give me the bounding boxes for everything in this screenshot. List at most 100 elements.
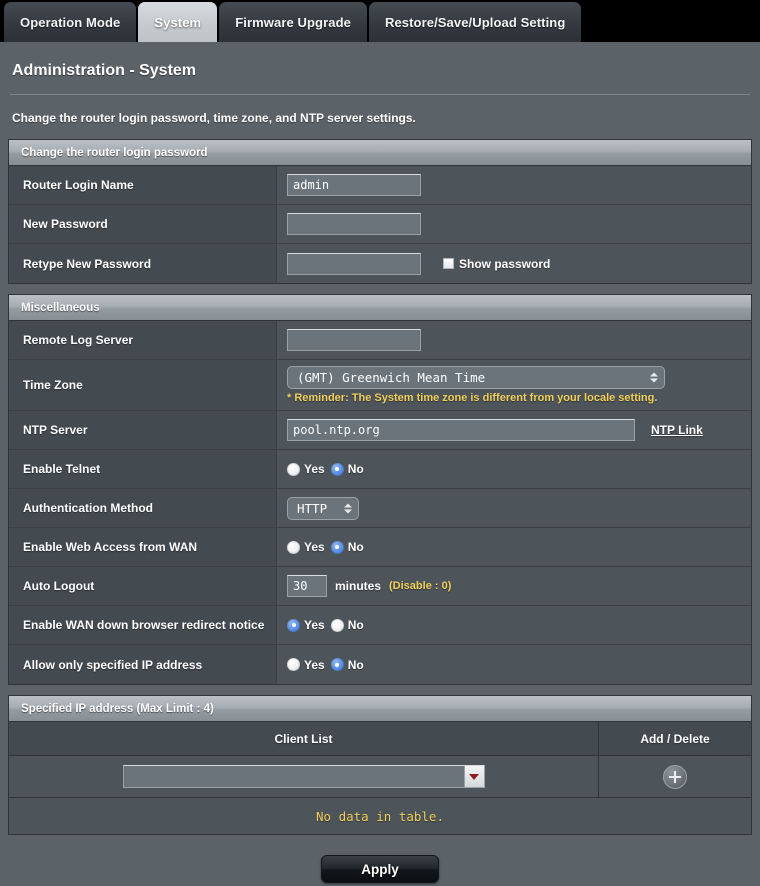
enable-web-access-wan-no[interactable]: No [330,540,364,554]
tab-bar: Operation Mode System Firmware Upgrade R… [0,0,760,42]
value-time-zone: (GMT) Greenwich Mean Time * Reminder: Th… [277,360,751,410]
enable-web-access-wan-radio-group: Yes No [287,540,364,554]
auto-logout-hint: (Disable : 0) [389,580,452,592]
value-remote-log-server [277,321,751,359]
enable-telnet-yes[interactable]: Yes [287,462,325,476]
value-ntp-server: NTP Link [277,411,751,449]
client-list-input[interactable] [123,766,464,787]
section-specified-ip-address: Specified IP address (Max Limit : 4) Cli… [8,695,752,835]
radio-unchecked-icon[interactable] [287,540,300,554]
row-wan-down-redirect: Enable WAN down browser redirect notice … [9,606,751,645]
authentication-method-select-wrap[interactable]: HTTP [287,496,359,520]
radio-checked-icon[interactable] [287,618,300,632]
tab-restore-save-upload-setting[interactable]: Restore/Save/Upload Setting [368,2,582,42]
time-zone-select-wrap[interactable]: (GMT) Greenwich Mean Time [287,366,665,389]
value-auto-logout: minutes (Disable : 0) [277,567,751,605]
label-time-zone: Time Zone [9,360,277,410]
row-enable-web-access-wan: Enable Web Access from WAN Yes No [9,528,751,567]
enable-web-access-wan-yes-label: Yes [304,540,325,554]
radio-checked-icon[interactable] [330,462,344,476]
value-enable-web-access-wan: Yes No [277,528,751,566]
label-new-password: New Password [9,205,277,243]
label-authentication-method: Authentication Method [9,489,277,527]
row-authentication-method: Authentication Method HTTP [9,489,751,528]
add-button-plus-icon[interactable] [663,764,687,789]
enable-web-access-wan-yes[interactable]: Yes [287,540,325,554]
wan-down-redirect-no-label: No [347,618,364,632]
show-password-checkbox-wrap[interactable]: Show password [443,257,550,271]
tab-firmware-upgrade[interactable]: Firmware Upgrade [219,2,367,42]
value-router-login-name [277,166,751,204]
show-password-label: Show password [459,256,551,271]
allow-specified-ip-radio-group: Yes No [287,658,364,672]
section-miscellaneous: Miscellaneous Remote Log Server Time Zon… [8,294,752,685]
tab-operation-mode[interactable]: Operation Mode [4,2,137,42]
section-change-password: Change the router login password Router … [8,139,752,284]
radio-unchecked-icon[interactable] [287,658,300,671]
label-allow-specified-ip: Allow only specified IP address [9,645,277,684]
remote-log-server-input[interactable] [287,329,421,351]
tab-system[interactable]: System [138,2,218,42]
label-ntp-server: NTP Server [9,411,277,449]
ntp-link[interactable]: NTP Link [651,423,703,437]
chevron-down-icon[interactable] [463,766,484,787]
auto-logout-input[interactable] [287,575,327,597]
enable-telnet-radio-group: Yes No [287,462,364,476]
value-allow-specified-ip: Yes No [277,645,751,684]
value-wan-down-redirect: Yes No [277,606,751,644]
label-enable-telnet: Enable Telnet [9,450,277,488]
checkbox-icon[interactable] [443,258,454,269]
label-remote-log-server: Remote Log Server [9,321,277,359]
row-new-password: New Password [9,205,751,244]
enable-telnet-no-label: No [347,462,364,476]
column-header-add-delete: Add / Delete [640,731,710,746]
row-router-login-name: Router Login Name [9,166,751,205]
cell-add-delete [599,756,751,797]
specified-ip-table-header: Client List Add / Delete [9,722,751,756]
column-header-client-list: Client List [9,722,599,755]
radio-checked-icon[interactable] [330,540,344,554]
label-router-login-name: Router Login Name [9,166,277,204]
radio-unchecked-icon[interactable] [287,462,300,476]
table-row [9,756,751,798]
apply-button[interactable]: Apply [321,855,439,883]
section-title-miscellaneous: Miscellaneous [9,295,751,321]
client-list-combobox[interactable] [122,765,485,788]
label-retype-new-password: Retype New Password [9,244,277,283]
enable-telnet-yes-label: Yes [304,462,325,476]
row-enable-telnet: Enable Telnet Yes No [9,450,751,489]
wan-down-redirect-no[interactable]: No [330,618,364,632]
radio-unchecked-icon[interactable] [330,618,344,632]
label-wan-down-redirect: Enable WAN down browser redirect notice [9,606,277,644]
page-title: Administration - System [12,62,197,79]
retype-new-password-input[interactable] [287,252,421,275]
enable-telnet-no[interactable]: No [330,462,364,476]
row-time-zone: Time Zone (GMT) Greenwich Mean Time * Re… [9,360,751,411]
footer-actions: Apply [8,845,752,883]
ntp-server-input[interactable] [287,419,635,441]
auto-logout-unit: minutes [335,579,382,593]
value-retype-new-password: Show password [277,244,751,283]
page-description: Change the router login password, time z… [12,111,416,125]
authentication-method-select[interactable]: HTTP [287,496,359,520]
router-admin-page: Operation Mode System Firmware Upgrade R… [0,0,760,886]
wan-down-redirect-yes[interactable]: Yes [287,618,325,632]
router-login-name-input[interactable] [287,174,421,196]
section-title-specified-ip-address: Specified IP address (Max Limit : 4) [9,696,751,722]
row-auto-logout: Auto Logout minutes (Disable : 0) [9,567,751,606]
radio-checked-icon[interactable] [330,658,344,671]
row-retype-new-password: Retype New Password Show password [9,244,751,283]
allow-specified-ip-no[interactable]: No [330,657,364,672]
empty-table-message: No data in table. [9,798,751,834]
allow-specified-ip-no-label: No [347,657,364,672]
wan-down-redirect-radio-group: Yes No [287,618,364,632]
allow-specified-ip-yes-label: Yes [304,657,325,672]
label-auto-logout: Auto Logout [9,567,277,605]
value-authentication-method: HTTP [277,489,751,527]
time-zone-select[interactable]: (GMT) Greenwich Mean Time [287,366,665,389]
row-allow-specified-ip: Allow only specified IP address Yes No [9,645,751,684]
new-password-input[interactable] [287,213,421,235]
cell-client-list [9,756,599,797]
allow-specified-ip-yes[interactable]: Yes [287,658,325,672]
section-title-change-password: Change the router login password [9,140,751,166]
